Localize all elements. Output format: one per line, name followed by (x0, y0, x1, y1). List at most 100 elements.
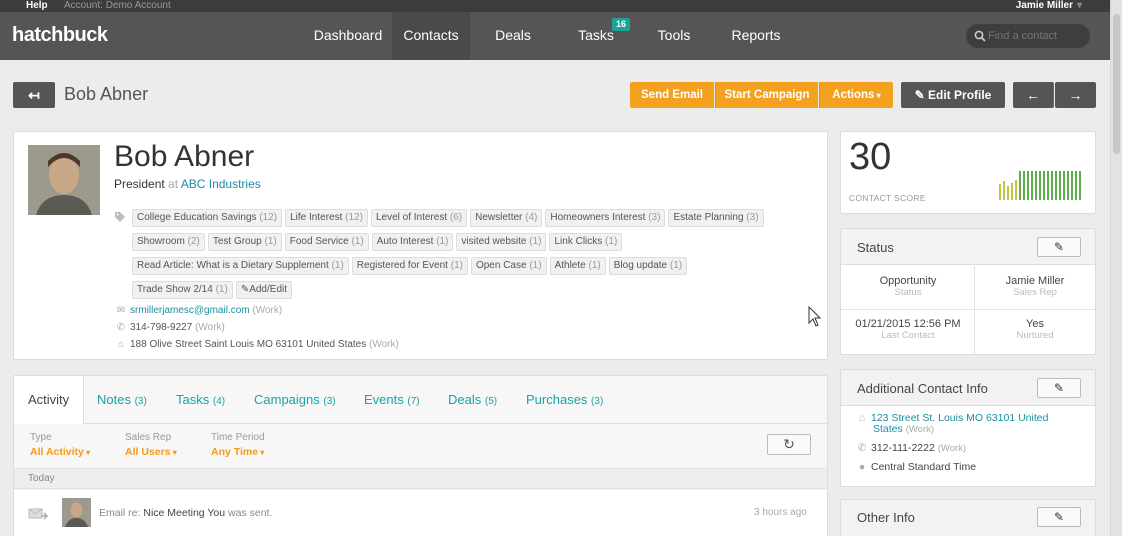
nav-deals[interactable]: Deals (484, 12, 542, 60)
chevron-down-icon: ▾ (258, 448, 265, 457)
tag[interactable]: Level of Interest (6) (370, 209, 468, 227)
activity-subject[interactable]: Nice Meeting You (143, 507, 225, 519)
next-contact-button[interactable]: → (1055, 82, 1096, 108)
tag-count: (1) (215, 284, 228, 295)
account-label: Account: Demo Account (64, 0, 171, 11)
tag[interactable]: Showroom (2) (132, 233, 205, 251)
tab-purchases[interactable]: Purchases (3) (526, 392, 603, 407)
tag-label: Life Interest (290, 212, 343, 223)
type-filter-dropdown[interactable]: All Activity ▾ (30, 446, 90, 458)
edit-additional-info-button[interactable]: ✎ (1037, 378, 1081, 398)
phone-icon: ✆ (857, 442, 867, 454)
tag[interactable]: Homeowners Interest (3) (545, 209, 666, 227)
tab-campaigns[interactable]: Campaigns (3) (254, 392, 336, 407)
tag[interactable]: Auto Interest (1) (371, 233, 454, 251)
tab-tasks[interactable]: Tasks (4) (176, 392, 225, 407)
tag[interactable]: Estate Planning (3) (668, 209, 764, 227)
time-period-filter-value: Any Time (211, 446, 259, 458)
chevron-down-icon: ▾ (1076, 0, 1082, 11)
edit-status-button[interactable]: ✎ (1037, 237, 1081, 257)
edit-other-info-button[interactable]: ✎ (1037, 507, 1081, 527)
tag[interactable]: Registered for Event (1) (351, 257, 468, 275)
add-edit-label: Add/Edit (249, 284, 288, 295)
tag-label: Link Clicks (554, 236, 603, 247)
other-info-title: Other Info (857, 510, 915, 525)
activity-time: 3 hours ago (754, 507, 807, 518)
tag[interactable]: Blog update (1) (608, 257, 688, 275)
page-scrollbar[interactable] (1110, 0, 1122, 536)
last-contact-value: 01/21/2015 12:56 PM (855, 318, 961, 330)
tag[interactable]: Test Group (1) (207, 233, 282, 251)
nav-tools[interactable]: Tools (648, 12, 700, 60)
additional-address-line2[interactable]: States (873, 423, 903, 435)
nav-contacts[interactable]: Contacts (392, 12, 470, 60)
activity-prefix: Email re: (99, 507, 141, 519)
previous-contact-button[interactable]: ← (1013, 82, 1054, 108)
back-button[interactable]: ↤ (13, 82, 55, 108)
tag-count: (1) (264, 236, 277, 247)
tab-count: (4) (212, 396, 226, 407)
help-link[interactable]: Help (26, 0, 48, 11)
status-rep-label: Sales Rep (1013, 287, 1057, 298)
tag-label: Trade Show 2/14 (137, 284, 213, 295)
profile-company-link[interactable]: ABC Industries (181, 177, 261, 191)
status-nurtured: Yes Nurtured (975, 318, 1095, 341)
type-filter-label: Type (30, 432, 52, 443)
pencil-icon: ✎ (1053, 381, 1065, 395)
edit-profile-button[interactable]: ✎ Edit Profile (901, 82, 1005, 108)
day-header (14, 468, 827, 489)
sales-rep-filter-dropdown[interactable]: All Users ▾ (125, 446, 177, 458)
tab-events[interactable]: Events (7) (364, 392, 420, 407)
status-rep-value: Jamie Miller (1005, 275, 1065, 287)
send-email-button[interactable]: Send Email (630, 82, 714, 108)
tab-activity[interactable]: Activity (28, 392, 69, 407)
scrollbar-thumb[interactable] (1113, 14, 1120, 154)
pencil-icon: ✎ (914, 88, 929, 102)
tab-label: Notes (97, 392, 131, 407)
tag-label: Food Service (289, 236, 349, 247)
tag[interactable]: Link Clicks (1) (549, 233, 623, 251)
tag[interactable]: Open Case (1) (470, 257, 547, 275)
tag[interactable]: Trade Show 2/14 (1) (132, 281, 233, 299)
tag-count: (12) (259, 212, 278, 223)
tag[interactable]: Read Article: What is a Dietary Suppleme… (132, 257, 349, 275)
tag-icon (115, 212, 125, 222)
activity-avatar (62, 498, 91, 527)
page-title: Bob Abner (64, 84, 149, 104)
start-campaign-button[interactable]: Start Campaign (715, 82, 818, 108)
tab-deals[interactable]: Deals (5) (448, 392, 497, 407)
actions-dropdown[interactable]: Actions ▾ (819, 82, 893, 108)
profile-at: at (168, 177, 179, 191)
address-text: 188 Olive Street Saint Louis MO 63101 Un… (130, 339, 367, 350)
tag-list: College Education Savings (12) Life Inter… (132, 209, 822, 305)
sales-rep-filter-label: Sales Rep (125, 432, 172, 443)
user-menu[interactable]: Jamie Miller ▾ (1016, 0, 1082, 11)
additional-info-title: Additional Contact Info (857, 381, 988, 396)
arrow-left-icon: ← (1026, 87, 1040, 103)
tag[interactable]: Life Interest (12) (285, 209, 368, 227)
address-line: ⌂ 188 Olive Street Saint Louis MO 63101 U… (116, 339, 399, 350)
time-period-filter-label: Time Period (211, 432, 265, 443)
tag-count: (1) (529, 260, 542, 271)
tag[interactable]: Newsletter (4) (470, 209, 543, 227)
app-logo[interactable]: hatchbuck (12, 24, 108, 47)
email-line: ✉ srmillerjamesc@gmail.com (Work) (116, 305, 282, 316)
time-period-filter-dropdown[interactable]: Any Time ▾ (211, 446, 264, 458)
tab-label: Events (364, 392, 404, 407)
tag-label: Athlete (554, 260, 586, 271)
top-bar: Help Account: Demo Account Jamie Miller ▾ (0, 0, 1122, 12)
tab-notes[interactable]: Notes (3) (97, 392, 147, 407)
tab-label: Tasks (176, 392, 210, 407)
nav-reports[interactable]: Reports (722, 12, 790, 60)
contact-score-value: 30 (849, 136, 892, 178)
email-link[interactable]: srmillerjamesc@gmail.com (130, 305, 250, 316)
tag[interactable]: Food Service (1) (284, 233, 369, 251)
refresh-button[interactable]: ↻ (767, 434, 811, 455)
tag[interactable]: Athlete (1) (549, 257, 606, 275)
nav-dashboard[interactable]: Dashboard (306, 12, 390, 60)
tag-count: (1) (450, 260, 463, 271)
tag[interactable]: visited website (1) (456, 233, 547, 251)
tag[interactable]: College Education Savings (12) (132, 209, 283, 227)
tag-count: (2) (187, 236, 200, 247)
add-edit-tags-button[interactable]: ✎Add/Edit (235, 281, 293, 299)
